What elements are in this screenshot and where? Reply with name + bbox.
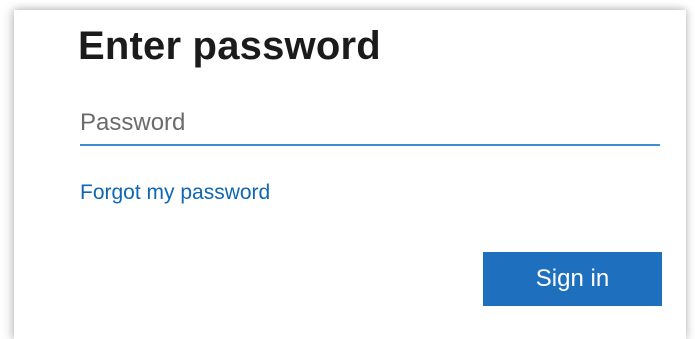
sign-in-button[interactable]: Sign in [483,252,662,306]
page: Enter password Forgot my password Sign i… [0,0,695,339]
signin-card: Enter password Forgot my password Sign i… [14,10,686,339]
forgot-password-link[interactable]: Forgot my password [80,180,270,206]
page-title: Enter password [78,24,381,68]
password-input[interactable] [80,102,660,146]
